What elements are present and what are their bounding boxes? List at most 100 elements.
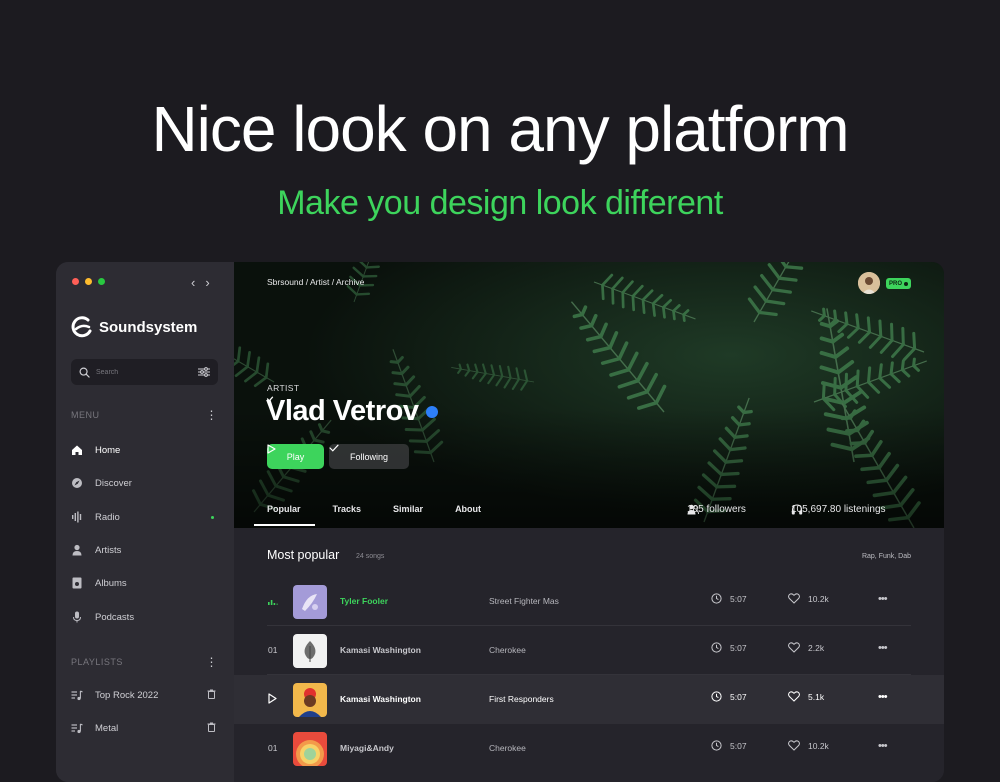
sidebar-item-albums[interactable]: Albums (71, 573, 218, 593)
track-row[interactable]: Tyler Fooler Street Fighter Mas 5:07 10.… (234, 577, 944, 626)
minimize-window-button[interactable] (85, 278, 92, 285)
sidebar-item-label: Artists (95, 544, 122, 556)
sidebar-item-podcasts[interactable]: Podcasts (71, 607, 218, 627)
play-icon (267, 444, 276, 454)
trash-icon[interactable] (207, 689, 216, 702)
sidebar-item-label: Radio (95, 511, 120, 523)
sidebar: ‹ › Soundsystem Search MENU ⋮ Home Disco… (56, 262, 234, 782)
followers-stat: 105 followers (687, 504, 746, 515)
close-window-button[interactable] (72, 278, 79, 285)
hero-title: Nice look on any platform (151, 93, 849, 165)
track-row[interactable]: Kamasi Washington First Responders 5:07 … (234, 675, 944, 724)
artist-banner: Sbrsound / Artist / Archive PRO ARTIST V… (234, 262, 944, 528)
track-likes[interactable]: 5.1k (788, 691, 824, 702)
track-duration: 5:07 (711, 642, 747, 653)
menu-more-icon[interactable]: ⋮ (206, 409, 219, 421)
soundsystem-logo-icon (71, 316, 92, 338)
play-button[interactable]: Play (267, 444, 324, 469)
sidebar-item-radio[interactable]: Radio (71, 507, 218, 527)
track-song[interactable]: Cherokee (489, 645, 526, 655)
forward-arrow-icon[interactable]: › (205, 275, 209, 290)
live-indicator (211, 515, 214, 519)
duration-value: 5:07 (730, 691, 747, 702)
track-song[interactable]: Street Fighter Mas (489, 596, 559, 606)
pro-badge: PRO (886, 278, 912, 289)
status-dot-icon (904, 281, 909, 286)
track-likes[interactable]: 10.2k (788, 740, 829, 751)
tab-tracks[interactable]: Tracks (333, 504, 362, 526)
trash-icon[interactable] (207, 722, 216, 735)
track-artist[interactable]: Kamasi Washington (340, 694, 421, 704)
users-icon (687, 504, 699, 515)
track-likes[interactable]: 10.2k (788, 593, 829, 604)
likes-value: 10.2k (808, 740, 829, 751)
sidebar-item-artists[interactable]: Artists (71, 540, 218, 560)
track-number: 01 (268, 743, 278, 753)
filter-sliders-icon[interactable] (198, 367, 210, 377)
tab-about[interactable]: About (455, 504, 481, 526)
track-cover-image (293, 634, 327, 668)
sidebar-item-home[interactable]: Home (71, 440, 218, 460)
equalizer-icon (268, 597, 278, 607)
track-row[interactable]: 01 Kamasi Washington Cherokee 5:07 2.2k … (234, 626, 944, 675)
clock-icon (711, 642, 722, 653)
track-duration: 5:07 (711, 740, 747, 751)
playlist-item-metal[interactable]: Metal (71, 718, 218, 738)
mic-icon (71, 611, 83, 623)
track-artist[interactable]: Kamasi Washington (340, 645, 421, 655)
likes-value: 2.2k (808, 642, 825, 653)
duration-value: 5:07 (730, 740, 747, 751)
track-duration: 5:07 (711, 593, 747, 604)
headphones-icon (791, 504, 803, 515)
track-song[interactable]: First Responders (489, 694, 554, 704)
maximize-window-button[interactable] (98, 278, 105, 285)
avatar[interactable] (858, 272, 880, 294)
tab-similar[interactable]: Similar (393, 504, 423, 526)
most-popular-section: Most popular 24 songs Rap, Funk, Dab Tyl… (234, 528, 944, 782)
playlist-item-top-rock-2022[interactable]: Top Rock 2022 (71, 685, 218, 705)
track-likes[interactable]: 2.2k (788, 642, 824, 653)
playlists-section-header: PLAYLISTS ⋮ (71, 656, 218, 668)
sidebar-item-label: Home (95, 444, 121, 456)
heart-icon (788, 740, 800, 751)
following-button[interactable]: Following (329, 444, 409, 469)
more-options-icon[interactable]: ••• (878, 593, 888, 605)
duration-value: 5:07 (730, 593, 747, 604)
pro-badge-label: PRO (889, 280, 903, 287)
track-duration: 5:07 (711, 691, 747, 702)
tab-popular[interactable]: Popular (254, 504, 314, 526)
search-box (71, 359, 218, 385)
more-options-icon[interactable]: ••• (878, 740, 888, 752)
track-cover-image (293, 585, 327, 619)
artist-name: Vlad Vetrov (266, 395, 439, 428)
sidebar-item-label: Discover (95, 477, 132, 489)
sidebar-item-discover[interactable]: Discover (71, 473, 218, 493)
track-row[interactable]: 01 Miyagi&Andy Cherokee 5:07 10.2k ••• (234, 724, 944, 773)
playlists-header-label: PLAYLISTS (71, 657, 123, 667)
menu-header-label: MENU (71, 410, 100, 420)
playlist-label: Top Rock 2022 (95, 689, 159, 701)
more-options-icon[interactable]: ••• (878, 691, 888, 703)
checkmark-icon (329, 444, 339, 452)
home-icon (71, 444, 83, 456)
more-options-icon[interactable]: ••• (878, 642, 888, 654)
search-icon (79, 367, 90, 378)
window-controls (72, 278, 105, 285)
back-arrow-icon[interactable]: ‹ (191, 275, 195, 290)
brand-logo[interactable]: Soundsystem (71, 316, 197, 338)
clock-icon (711, 593, 722, 604)
following-button-label: Following (349, 451, 389, 462)
breadcrumb[interactable]: Sbrsound / Artist / Archive (267, 277, 364, 287)
artist-tabs: Popular Tracks Similar About (254, 504, 513, 526)
listenings-count: 105,697.80 listenings (791, 504, 886, 515)
playlists-more-icon[interactable]: ⋮ (206, 656, 219, 668)
playlist-icon (71, 722, 83, 734)
search-input[interactable] (96, 368, 198, 376)
play-icon[interactable] (268, 693, 277, 706)
track-song[interactable]: Cherokee (489, 743, 526, 753)
radio-wave-icon (71, 511, 83, 523)
heart-icon (788, 593, 800, 604)
track-artist[interactable]: Miyagi&Andy (340, 743, 394, 753)
hero-subtitle: Make you design look different (277, 184, 723, 222)
track-artist[interactable]: Tyler Fooler (340, 596, 388, 606)
